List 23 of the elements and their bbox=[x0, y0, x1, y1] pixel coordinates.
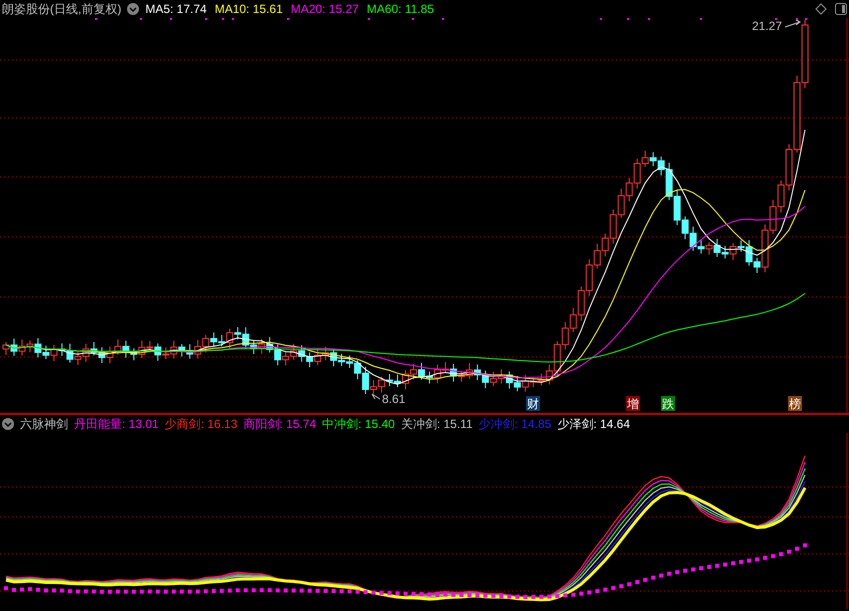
indicator-value: 商阳剑: 15.74 bbox=[243, 416, 316, 433]
event-marker[interactable]: 榜 bbox=[788, 396, 802, 411]
moving-average-value: MA10: 15.61 bbox=[214, 1, 283, 18]
high-price-label: 21.27 bbox=[752, 19, 801, 33]
indicator-value: 关冲剑: 15.11 bbox=[400, 416, 473, 433]
event-marker[interactable]: 增 bbox=[626, 396, 640, 411]
moving-average-value: MA60: 11.85 bbox=[366, 1, 434, 18]
dropdown-icon[interactable] bbox=[127, 3, 140, 15]
dropdown-icon[interactable] bbox=[2, 418, 14, 430]
moving-average-value: MA20: 15.27 bbox=[290, 1, 359, 18]
indicator-value: 少冲剑: 14.85 bbox=[478, 416, 552, 433]
event-marker[interactable]: 财 bbox=[526, 396, 540, 411]
indicator-value: 中冲剑: 15.40 bbox=[322, 416, 395, 433]
panel-toggle-icon[interactable] bbox=[835, 3, 847, 15]
indicator-value: 少商剑: 16.13 bbox=[164, 416, 238, 433]
low-price-label: 8.61 bbox=[372, 392, 406, 406]
indicator-title: 六脉神剑 bbox=[20, 416, 68, 433]
diamond-icon[interactable] bbox=[815, 3, 827, 15]
moving-average-value: MA5: 17.74 bbox=[145, 1, 207, 18]
chart-title: 朗姿股份(日线,前复权) bbox=[2, 1, 122, 18]
event-marker[interactable]: 跌 bbox=[661, 396, 675, 411]
indicator-value: 丹田能量: 13.01 bbox=[74, 416, 159, 433]
indicator-value: 少泽剑: 14.64 bbox=[557, 416, 630, 433]
